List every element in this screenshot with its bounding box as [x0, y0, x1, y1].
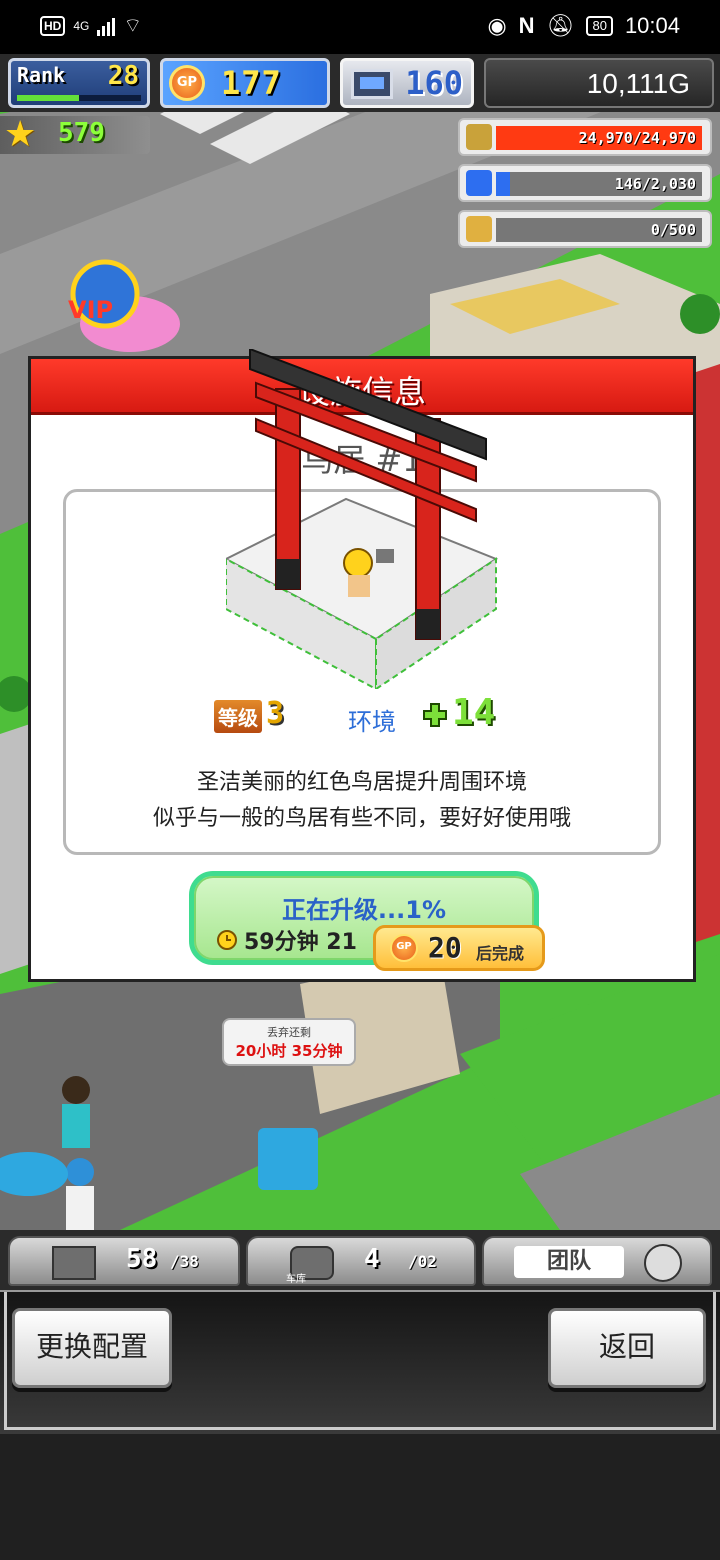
signal-icon [97, 16, 116, 36]
battery-indicator: 80 [586, 16, 613, 36]
back-button[interactable]: 返回 [548, 1308, 706, 1388]
garage-count: 4 [364, 1244, 380, 1274]
eye-comfort-icon: ◉ [487, 13, 507, 38]
tab-items[interactable]: 58 /38 [8, 1236, 240, 1286]
bottom-tab-bar: 58 /38 车库 4 /02 团队 [0, 1230, 720, 1290]
torii-gate-illustration [226, 349, 499, 689]
resource-text: 146/2,030 [614, 175, 696, 193]
finish-label: 后完成 [476, 944, 525, 963]
resource-fill [496, 172, 511, 196]
resource-track: 24,970/24,970 [496, 126, 702, 150]
level-value: 3 [266, 696, 285, 731]
rank-panel[interactable]: Rank 28 [8, 58, 150, 108]
facility-info-dialog: 设施信息 等级 3 环境 14 圣洁美丽的红色鸟居提升周围环境 似乎与一般的鸟居… [28, 349, 696, 982]
nfc-icon: N [518, 13, 535, 38]
hd-badge: HD [40, 15, 66, 36]
tab-garage[interactable]: 车库 4 /02 [246, 1236, 476, 1286]
upgrade-time-remaining: 59分钟 21 [244, 930, 357, 955]
mute-icon: 🔕︎ [546, 13, 575, 38]
environment-value: 14 [452, 692, 496, 733]
rank-progress-fill [17, 95, 79, 101]
star-panel[interactable]: ★ 579 [0, 116, 150, 154]
plus-icon [423, 703, 447, 727]
coin-stack-icon [466, 124, 492, 150]
resource-bar-fuel[interactable]: 146/2,030 [458, 164, 712, 202]
items-count: 58 [126, 1244, 158, 1274]
discard-time: 20小时 35分钟 [235, 1042, 343, 1060]
money-panel[interactable]: 10,111G [484, 58, 714, 108]
fuel-can-icon [466, 170, 492, 196]
discard-label: 丢弃还剩 [267, 1026, 311, 1039]
star-icon: ★ [4, 114, 37, 155]
environment-label: 环境 [348, 708, 396, 736]
resource-track: 0/500 [496, 218, 702, 242]
team-label: 团队 [514, 1246, 624, 1278]
rank-progress-bar [17, 95, 141, 101]
resource-bar-coins[interactable]: 24,970/24,970 [458, 118, 712, 156]
computer-icon [351, 69, 393, 99]
wheat-icon [466, 216, 492, 242]
clock: 10:04 [624, 13, 680, 38]
gp-panel[interactable]: GP 177 [160, 58, 330, 108]
clock-icon [217, 930, 237, 950]
gp-coin-icon: GP [390, 934, 418, 962]
description-line-2: 似乎与一般的鸟居有些不同，要好好使用哦 [152, 806, 571, 831]
star-value: 579 [58, 118, 105, 148]
wifi-icon: ⌔ [123, 15, 143, 37]
garage-capacity: /02 [408, 1252, 437, 1271]
upgrade-time-row: 59分钟 21 [216, 924, 357, 956]
top-hud: Rank 28 GP 177 160 10,111G [0, 54, 720, 112]
tab-team[interactable]: 团队 [482, 1236, 712, 1286]
gp-coin-icon: GP [169, 65, 205, 101]
resource-track: 146/2,030 [496, 172, 702, 196]
svg-text:VIP: VIP [68, 296, 113, 324]
description-line-1: 圣洁美丽的红色鸟居提升周围环境 [196, 770, 527, 795]
finish-cost: 20 [428, 931, 462, 964]
network-type: 4G [73, 18, 90, 33]
instant-finish-button[interactable]: GP 20 后完成 [373, 925, 545, 971]
research-value: 160 [405, 64, 463, 102]
facility-stats: 等级 3 环境 14 [66, 692, 658, 738]
system-nav-area [0, 1434, 720, 1560]
money-value: 10,111G [586, 68, 690, 99]
items-capacity: /38 [170, 1252, 199, 1271]
resource-text: 24,970/24,970 [578, 129, 696, 147]
rank-value: 28 [107, 61, 139, 91]
gp-value: 177 [221, 64, 282, 102]
system-status-bar: HD 4G ⌔ ◉ N 🔕︎ 80 10:04 [0, 0, 720, 54]
level-label: 等级 [214, 700, 262, 733]
bottom-action-panel: 更换配置 返回 [0, 1290, 720, 1434]
change-config-button[interactable]: 更换配置 [12, 1308, 172, 1388]
discard-tooltip: 丢弃还剩 20小时 35分钟 [222, 1018, 356, 1066]
rank-label: Rank [17, 63, 66, 87]
crate-icon [52, 1246, 96, 1280]
research-panel[interactable]: 160 [340, 58, 474, 108]
upgrade-status: 正在升级...1% [281, 896, 447, 924]
team-avatar-icon [644, 1244, 682, 1282]
resource-text: 0/500 [650, 221, 696, 239]
garage-label: 车库 [286, 1274, 306, 1285]
resource-bar-wheat[interactable]: 0/500 [458, 210, 712, 248]
